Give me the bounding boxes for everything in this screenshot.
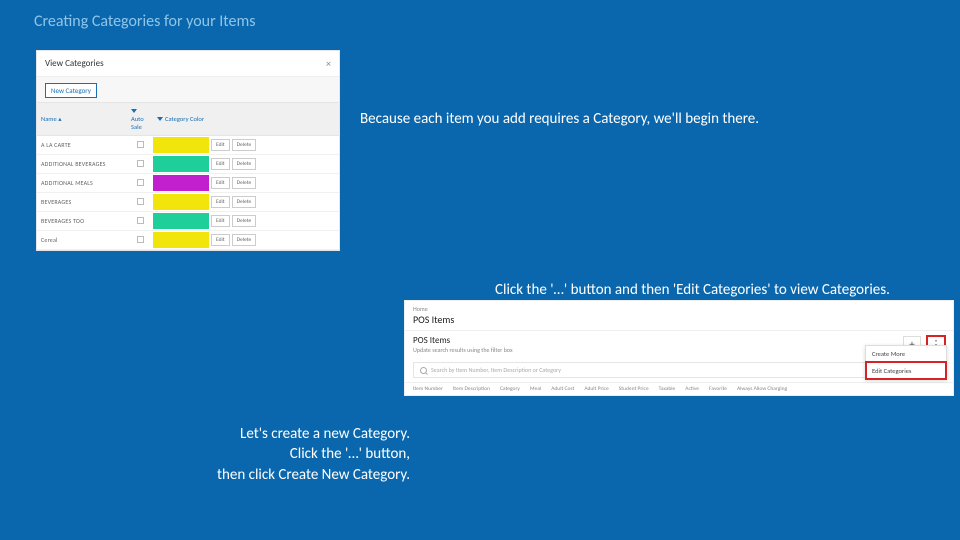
categories-table: Name ▴ Auto Sale Category Color A LA CAR…: [37, 102, 339, 250]
column-header[interactable]: Student Price: [619, 386, 649, 392]
table-row: Cereal EditDelete: [37, 231, 339, 250]
menu-create-more[interactable]: Create More: [866, 346, 946, 362]
auto-sale-checkbox[interactable]: [127, 193, 153, 212]
actions-menu: Create More Edit Categories: [865, 345, 947, 380]
section-subtitle: Update search results using the filter b…: [413, 346, 513, 354]
category-color-swatch: [153, 174, 209, 193]
category-color-swatch: [153, 155, 209, 174]
col-auto-sale[interactable]: Auto Sale: [127, 103, 153, 136]
column-header[interactable]: Category: [500, 386, 520, 392]
column-header[interactable]: Taxable: [659, 386, 676, 392]
edit-button[interactable]: Edit: [211, 215, 230, 227]
edit-button[interactable]: Edit: [211, 139, 230, 151]
table-row: A LA CARTE EditDelete: [37, 136, 339, 155]
col-category-color[interactable]: Category Color: [153, 103, 209, 136]
category-color-swatch: [153, 212, 209, 231]
delete-button[interactable]: Delete: [232, 196, 257, 208]
edit-button[interactable]: Edit: [211, 177, 230, 189]
column-header[interactable]: Always Allow Charging: [737, 386, 787, 392]
auto-sale-checkbox[interactable]: [127, 212, 153, 231]
delete-button[interactable]: Delete: [232, 215, 257, 227]
column-header[interactable]: Item Number: [413, 386, 443, 392]
category-name: BEVERAGES: [37, 193, 127, 212]
column-headers: Item Number Item Description Category Meal A…: [405, 382, 953, 395]
category-name: ADDITIONAL MEALS: [37, 174, 127, 193]
table-row: BEVERAGES EditDelete: [37, 193, 339, 212]
edit-button[interactable]: Edit: [211, 196, 230, 208]
menu-edit-categories[interactable]: Edit Categories: [866, 362, 946, 379]
category-color-swatch: [153, 136, 209, 155]
column-header[interactable]: Adult Price: [584, 386, 608, 392]
instruction-text-2: Let's create a new Category. Click the '…: [180, 424, 410, 485]
categories-modal: View Categories × New Category Name ▴ Au…: [36, 50, 340, 251]
category-color-swatch: [153, 193, 209, 212]
column-header[interactable]: Adult Cost: [551, 386, 574, 392]
delete-button[interactable]: Delete: [232, 234, 257, 246]
category-name: BEVERAGES TOO: [37, 212, 127, 231]
column-header[interactable]: Active: [685, 386, 699, 392]
column-header[interactable]: Item Description: [453, 386, 490, 392]
col-name[interactable]: Name ▴: [37, 103, 127, 136]
pos-items-panel: Home POS Items POS Items Update search r…: [404, 300, 954, 396]
breadcrumb[interactable]: Home: [405, 301, 953, 313]
delete-button[interactable]: Delete: [232, 177, 257, 189]
category-name: A LA CARTE: [37, 136, 127, 155]
edit-button[interactable]: Edit: [211, 158, 230, 170]
column-header[interactable]: Favorite: [709, 386, 727, 392]
auto-sale-checkbox[interactable]: [127, 136, 153, 155]
table-row: ADDITIONAL MEALS EditDelete: [37, 174, 339, 193]
categories-modal-title: View Categories: [45, 58, 104, 69]
table-row: ADDITIONAL BEVERAGES EditDelete: [37, 155, 339, 174]
auto-sale-checkbox[interactable]: [127, 155, 153, 174]
search-icon: [420, 367, 427, 374]
close-icon[interactable]: ×: [326, 57, 331, 70]
search-placeholder: Search by Item Number, Item Description …: [431, 366, 561, 374]
page-title: POS Items: [405, 313, 953, 330]
section-title: POS Items: [413, 335, 513, 346]
new-category-button[interactable]: New Category: [45, 83, 97, 98]
column-header[interactable]: Meal: [530, 386, 541, 392]
delete-button[interactable]: Delete: [232, 139, 257, 151]
edit-button[interactable]: Edit: [211, 234, 230, 246]
auto-sale-checkbox[interactable]: [127, 174, 153, 193]
auto-sale-checkbox[interactable]: [127, 231, 153, 250]
slide-title: Creating Categories for your Items: [34, 12, 255, 31]
instruction-text-1: Click the '…' button and then 'Edit Cate…: [495, 281, 890, 299]
category-name: Cereal: [37, 231, 127, 250]
table-row: BEVERAGES TOO EditDelete: [37, 212, 339, 231]
delete-button[interactable]: Delete: [232, 158, 257, 170]
category-color-swatch: [153, 231, 209, 250]
intro-text: Because each item you add requires a Cat…: [360, 110, 759, 128]
category-name: ADDITIONAL BEVERAGES: [37, 155, 127, 174]
